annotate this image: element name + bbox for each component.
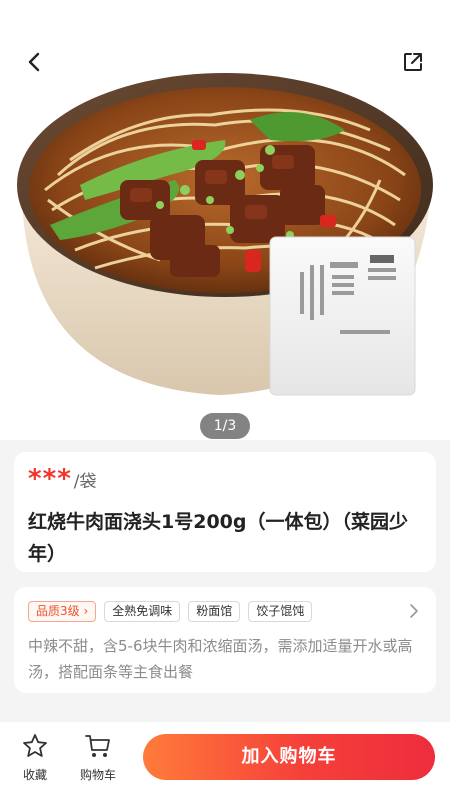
price-row: *** /袋 xyxy=(28,466,422,496)
shopping-cart-icon xyxy=(85,735,110,757)
star-icon xyxy=(23,734,47,757)
product-detail-card[interactable]: 品质3级 › 全熟免调味 粉面馆 饺子馄饨 中辣不甜，含5-6块牛肉和浓缩面汤，… xyxy=(14,587,436,693)
tag-row[interactable]: 品质3级 › 全熟免调味 粉面馆 饺子馄饨 xyxy=(28,599,422,623)
product-photo xyxy=(0,0,450,440)
price-unit: /袋 xyxy=(73,472,97,492)
product-info-card: *** /袋 红烧牛肉面浇头1号200g（一体包）（菜园少年） xyxy=(14,452,436,572)
quality-level-tag[interactable]: 品质3级 › xyxy=(28,600,97,622)
tag: 饺子馄饨 xyxy=(248,600,313,622)
share-button[interactable] xyxy=(394,43,432,81)
cart-button[interactable]: 购物车 xyxy=(73,732,123,783)
chevron-left-icon xyxy=(28,52,40,72)
chevron-right-icon[interactable] xyxy=(406,603,422,619)
price-value: *** xyxy=(28,464,72,494)
back-button[interactable] xyxy=(16,43,54,81)
favorite-button[interactable]: 收藏 xyxy=(10,732,60,783)
cart-label: 购物车 xyxy=(79,768,116,782)
tag: 粉面馆 xyxy=(188,600,241,622)
product-title: 红烧牛肉面浇头1号200g（一体包）（菜园少年） xyxy=(28,511,408,565)
product-description: 中辣不甜，含5-6块牛肉和浓缩面汤，需添加适量开水或高汤，搭配面条等主食出餐 xyxy=(28,637,413,681)
favorite-label: 收藏 xyxy=(22,768,47,782)
image-pager: 1/3 xyxy=(200,413,250,439)
share-icon xyxy=(404,53,422,71)
bottom-action-bar: 收藏 购物车 加入购物车 xyxy=(0,722,450,800)
add-to-cart-button[interactable]: 加入购物车 xyxy=(143,734,435,780)
product-image-carousel[interactable]: 1/3 xyxy=(0,0,450,440)
tag: 全熟免调味 xyxy=(104,600,181,622)
